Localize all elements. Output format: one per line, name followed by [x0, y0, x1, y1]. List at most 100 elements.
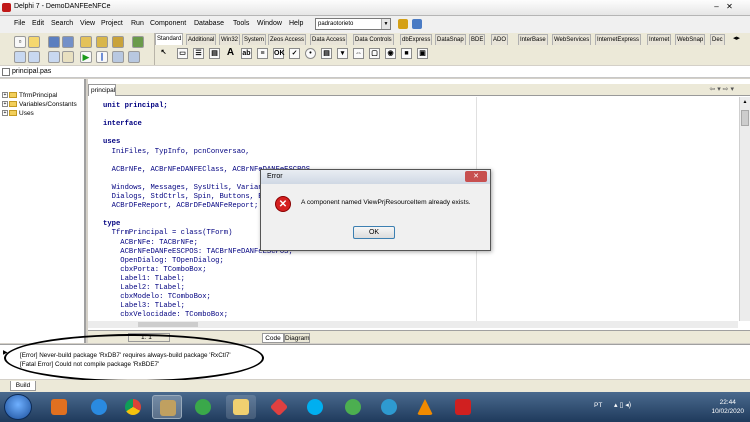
menu-edit[interactable]: Edit — [32, 20, 44, 27]
ok-button[interactable]: OK — [353, 226, 395, 239]
menu-tools[interactable]: Tools — [233, 20, 249, 27]
red-app-icon[interactable] — [448, 395, 478, 419]
tab-data-controls[interactable]: Data Controls — [353, 34, 394, 45]
mu-app-icon[interactable] — [374, 395, 404, 419]
open-icon[interactable] — [28, 36, 40, 48]
groupbox-icon[interactable]: ▢ — [369, 48, 380, 59]
view-unit-icon[interactable] — [14, 51, 26, 63]
palette-scroll-arrows[interactable]: ◂▸ — [733, 34, 740, 42]
tab-ado[interactable]: ADO — [491, 34, 509, 45]
expand-icon[interactable]: + — [2, 92, 8, 99]
menu-project[interactable]: Project — [101, 20, 123, 27]
dialog-close-button[interactable]: ✕ — [465, 171, 487, 182]
tree-item-tfrmprincipal[interactable]: + TfrmPrincipal — [2, 92, 57, 99]
delphi-taskbar-icon[interactable] — [152, 395, 182, 419]
menu-view[interactable]: View — [80, 20, 95, 27]
expand-icon[interactable]: + — [2, 101, 8, 108]
step-over-icon[interactable] — [128, 51, 140, 63]
menu-search[interactable]: Search — [51, 20, 73, 27]
new-form-icon[interactable] — [62, 51, 74, 63]
pause-icon[interactable]: ∥ — [96, 51, 108, 63]
tab-additional[interactable]: Additional — [186, 34, 217, 45]
mainmenu-icon[interactable]: ☰ — [193, 48, 204, 59]
remove-file-icon[interactable] — [112, 36, 124, 48]
open-project-icon[interactable] — [80, 36, 92, 48]
tab-webservices[interactable]: WebServices — [552, 34, 592, 45]
menu-file[interactable]: File — [14, 20, 25, 27]
project-combo[interactable]: padraotorieto ▼ — [315, 18, 391, 30]
menu-database[interactable]: Database — [194, 20, 224, 27]
scroll-thumb[interactable] — [741, 110, 749, 126]
menu-help[interactable]: Help — [289, 20, 303, 27]
actionlist-icon[interactable]: ▣ — [417, 48, 428, 59]
radiobutton-icon[interactable]: • — [305, 48, 316, 59]
panel-icon[interactable]: ■ — [401, 48, 412, 59]
minimize-button[interactable]: – — [710, 0, 723, 14]
tab-code[interactable]: Code — [262, 333, 284, 343]
menu-window[interactable]: Window — [257, 20, 282, 27]
save-icon[interactable] — [48, 36, 60, 48]
pointer-icon[interactable]: ↖ — [158, 48, 169, 59]
explorer-icon[interactable] — [226, 395, 256, 419]
menu-component[interactable]: Component — [150, 20, 186, 27]
tab-bde[interactable]: BDE — [469, 34, 486, 45]
combobox-icon[interactable]: ▾ — [337, 48, 348, 59]
start-button[interactable] — [4, 394, 32, 420]
tab-dbexpress[interactable]: dbExpress — [400, 34, 433, 45]
edit-icon[interactable]: ab — [241, 48, 252, 59]
close-window-button[interactable]: ✕ — [723, 0, 736, 14]
chevron-down-icon[interactable]: ▼ — [381, 19, 390, 29]
file-tab[interactable]: principal.pas — [12, 68, 51, 75]
green-app-icon[interactable] — [188, 395, 218, 419]
toggle-form-unit-icon[interactable] — [48, 51, 60, 63]
skype-icon[interactable] — [300, 395, 330, 419]
tab-win32[interactable]: Win32 — [219, 34, 241, 45]
radiogroup-icon[interactable]: ◉ — [385, 48, 396, 59]
tab-principal[interactable]: principal — [88, 84, 116, 96]
help-icon[interactable] — [132, 36, 144, 48]
scroll-up-icon[interactable]: ▲ — [740, 97, 750, 107]
popupmenu-icon[interactable]: ▤ — [209, 48, 220, 59]
tree-item-variables[interactable]: + Variables/Constants — [2, 101, 77, 108]
frames-icon[interactable]: ▭ — [177, 48, 188, 59]
horizontal-scrollbar[interactable] — [88, 321, 738, 328]
tab-internet[interactable]: Internet — [647, 34, 672, 45]
new-icon[interactable]: ▫ — [14, 36, 26, 48]
tab-interbase[interactable]: InterBase — [518, 34, 548, 45]
tab-internetexpress[interactable]: InternetExpress — [595, 34, 642, 45]
anydesk-icon[interactable] — [264, 395, 294, 419]
tree-item-uses[interactable]: + Uses — [2, 110, 34, 117]
checkbox-icon[interactable]: ✓ — [289, 48, 300, 59]
add-file-icon[interactable] — [96, 36, 108, 48]
tab-datasnap[interactable]: DataSnap — [435, 34, 466, 45]
scrollbar-icon[interactable]: ⇔ — [353, 48, 364, 59]
trace-into-icon[interactable] — [112, 51, 124, 63]
navigation-arrows[interactable]: ⇦ ▾ ⇨ ▾ — [709, 85, 734, 93]
save-all-icon[interactable] — [62, 36, 74, 48]
menu-run[interactable]: Run — [131, 20, 144, 27]
save-desktop-icon[interactable] — [398, 19, 408, 29]
tab-diagram[interactable]: Diagram — [284, 333, 310, 343]
chrome-icon[interactable] — [118, 395, 148, 419]
clock[interactable]: 22:44 10/02/2020 — [711, 398, 744, 416]
language-indicator[interactable]: PT — [594, 402, 602, 409]
button-icon[interactable]: OK — [273, 48, 285, 59]
run-icon[interactable]: ▶ — [80, 51, 92, 63]
vlc-icon[interactable] — [410, 395, 440, 419]
view-form-icon[interactable] — [28, 51, 40, 63]
tab-build[interactable]: Build — [10, 381, 36, 391]
set-debug-desktop-icon[interactable] — [412, 19, 422, 29]
media-player-icon[interactable] — [44, 395, 74, 419]
label-icon[interactable]: A — [225, 48, 236, 59]
tray-icons[interactable]: ▴ ▯ ◂) — [614, 401, 631, 409]
hscroll-thumb[interactable] — [138, 322, 198, 327]
tab-zeos-access[interactable]: Zeos Access — [268, 34, 307, 45]
memo-icon[interactable]: ≡ — [257, 48, 268, 59]
vertical-scrollbar[interactable]: ▲ — [739, 97, 750, 321]
internet-explorer-icon[interactable] — [84, 395, 114, 419]
tab-data-access[interactable]: Data Access — [310, 34, 348, 45]
tab-websnap[interactable]: WebSnap — [675, 34, 706, 45]
tab-system[interactable]: System — [242, 34, 267, 45]
listbox-icon[interactable]: ▤ — [321, 48, 332, 59]
hs-app-icon[interactable] — [338, 395, 368, 419]
